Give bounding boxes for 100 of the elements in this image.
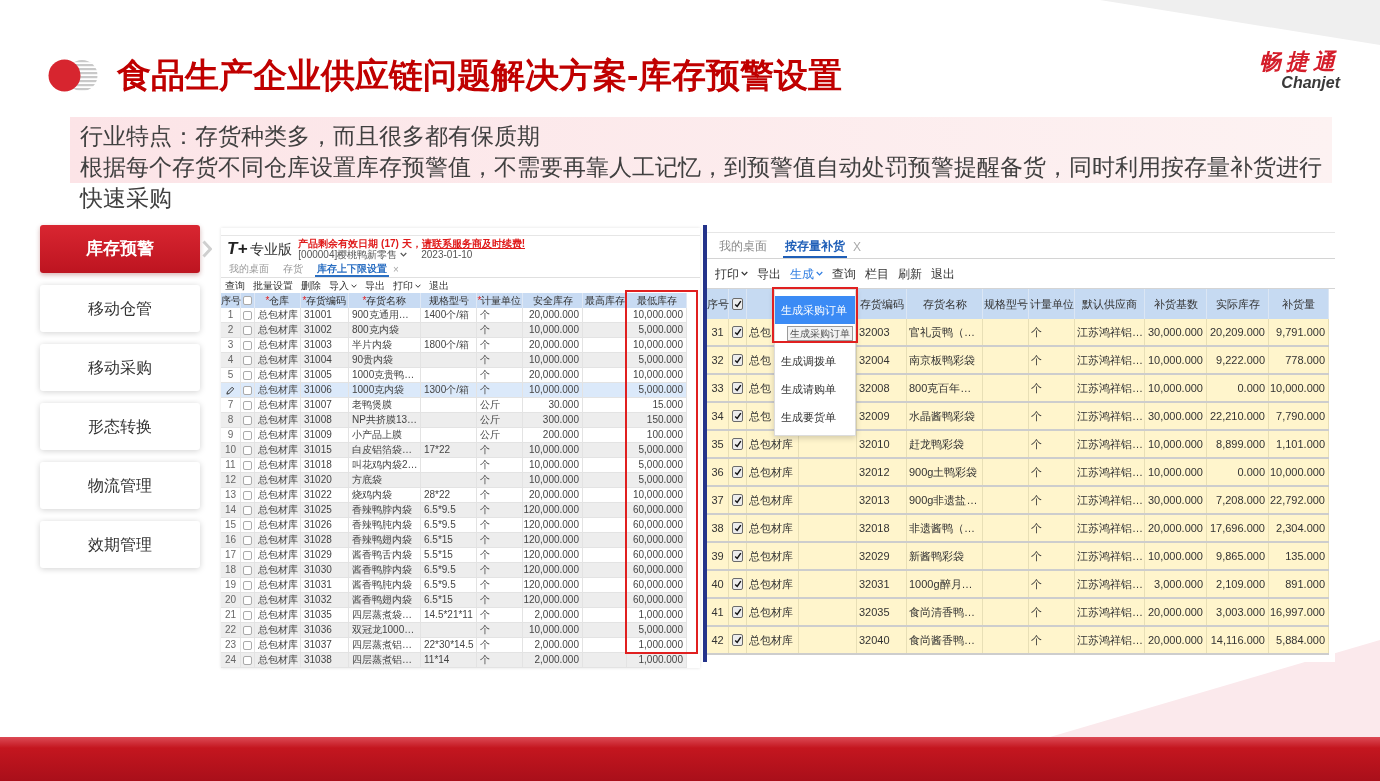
table-row[interactable]: 总包材库 31006 1000克内袋 1300个/箱 个 10,000.000 5,000.000: [221, 383, 687, 398]
toolbar-button[interactable]: 查询: [832, 264, 856, 283]
checkbox[interactable]: [732, 298, 743, 310]
table-row[interactable]: 8 总包材库 31008 NP共挤膜13… 公斤 300.000 150.000: [221, 413, 687, 428]
checkbox[interactable]: [732, 354, 743, 366]
checkbox[interactable]: [243, 400, 252, 410]
table-row[interactable]: 4 总包材库 31004 90贵内袋 个 10,000.000 5,000.000: [221, 353, 687, 368]
toolbar-button[interactable]: 退出: [429, 279, 449, 292]
table-cell: 总包材库: [258, 519, 298, 531]
checkbox[interactable]: [732, 550, 743, 562]
toolbar-button[interactable]: 导入: [329, 279, 357, 292]
table-row[interactable]: 5 总包材库 31005 1000克贵鸭… 个 20,000.000 10,000.000: [221, 368, 687, 383]
toolbar-button[interactable]: 打印: [393, 279, 421, 292]
checkbox[interactable]: [243, 340, 252, 350]
checkbox[interactable]: [732, 326, 743, 338]
toolbar-button[interactable]: 批量设置: [253, 279, 293, 292]
toolbar-button[interactable]: 导出: [757, 264, 781, 283]
table-row[interactable]: 1 总包材库 31001 900克通用… 1400个/箱 个 20,000.000 10,000.000: [221, 308, 687, 323]
checkbox[interactable]: [243, 550, 252, 560]
checkbox[interactable]: [243, 595, 252, 605]
side-menu-item[interactable]: 库存预警: [40, 225, 200, 273]
table-row[interactable]: 21 总包材库 31035 四层蒸煮袋… 14.5*21*11 个 2,000.000 1,000.000: [221, 608, 687, 623]
checkbox[interactable]: [243, 355, 252, 365]
checkbox[interactable]: [243, 655, 252, 665]
toolbar-button[interactable]: 生成: [790, 264, 823, 283]
side-menu-item[interactable]: 形态转换: [40, 403, 200, 450]
checkbox[interactable]: [243, 505, 252, 515]
table-cell-text: 江苏鸿祥铝…: [1077, 408, 1143, 424]
checkbox[interactable]: [243, 580, 252, 590]
checkbox[interactable]: [243, 415, 252, 425]
table-row[interactable]: 22 总包材库 31036 双冠龙1000… 个 10,000.000 5,000.000: [221, 623, 687, 638]
toolbar-button[interactable]: 查询: [225, 279, 245, 292]
checkbox[interactable]: [732, 410, 743, 422]
table-row[interactable]: 10 总包材库 31015 白皮铝箔袋… 17*22 个 10,000.000 5,000.000: [221, 443, 687, 458]
table-row[interactable]: 7 总包材库 31007 老鸭煲膜 公斤 30.000 15.000: [221, 398, 687, 413]
tab[interactable]: 我的桌面: [717, 236, 769, 258]
table-row[interactable]: 16 总包材库 31028 香辣鸭翅内袋 6.5*15 个 120,000.000 60,000.000: [221, 533, 687, 548]
checkbox[interactable]: [243, 460, 252, 470]
checkbox[interactable]: [732, 466, 743, 478]
account-dropdown[interactable]: [000004]樱桃鸭新零售: [298, 249, 408, 260]
checkbox[interactable]: [243, 535, 252, 545]
checkbox[interactable]: [732, 606, 743, 618]
table-row[interactable]: 35 总包材库 32010 赶龙鸭彩袋 个 江苏鸿祥铝… 10,000.000 8,899.000 1,101.000: [707, 431, 1329, 459]
checkbox[interactable]: [732, 634, 743, 646]
checkbox[interactable]: [243, 370, 252, 380]
toolbar-button[interactable]: 栏目: [865, 264, 889, 283]
checkbox[interactable]: [732, 494, 743, 506]
table-row[interactable]: 40 总包材库 32031 1000g醉月… 个 江苏鸿祥铝… 3,000.000 2,109.000 891.000: [707, 571, 1329, 599]
checkbox[interactable]: [243, 475, 252, 485]
table-row[interactable]: 17 总包材库 31029 酱香鸭舌内袋 5.5*15 个 120,000.000 60,000.000: [221, 548, 687, 563]
table-row[interactable]: 13 总包材库 31022 烧鸡内袋 28*22 个 20,000.000 10,000.000: [221, 488, 687, 503]
side-menu-item[interactable]: 移动仓管: [40, 285, 200, 332]
table-row[interactable]: 15 总包材库 31026 香辣鸭肫内袋 6.5*9.5 个 120,000.000 60,000.000: [221, 518, 687, 533]
checkbox[interactable]: [243, 310, 252, 320]
table-row[interactable]: 14 总包材库 31025 香辣鸭脖内袋 6.5*9.5 个 120,000.000 60,000.000: [221, 503, 687, 518]
table-row[interactable]: 12 总包材库 31020 方底袋 个 10,000.000 5,000.000: [221, 473, 687, 488]
toolbar-button[interactable]: 退出: [931, 264, 955, 283]
checkbox[interactable]: [243, 565, 252, 575]
checkbox[interactable]: [732, 382, 743, 394]
table-row[interactable]: 20 总包材库 31032 酱香鸭翅内袋 6.5*15 个 120,000.000 60,000.000: [221, 593, 687, 608]
table-row[interactable]: 41 总包材库 32035 食尚清香鸭… 个 江苏鸿祥铝… 20,000.000 3,003.000 16,997.000: [707, 599, 1329, 627]
checkbox[interactable]: [243, 610, 252, 620]
tab[interactable]: 按存量补货: [783, 236, 847, 258]
checkbox[interactable]: [732, 578, 743, 590]
checkbox[interactable]: [243, 520, 252, 530]
checkbox[interactable]: [243, 445, 252, 455]
toolbar-button[interactable]: 打印: [715, 264, 748, 283]
table-row[interactable]: 24 总包材库 31038 四层蒸煮铝… 11*14 个 2,000.000 1,000.000: [221, 653, 687, 668]
checkbox[interactable]: [243, 640, 252, 650]
toolbar-button[interactable]: 删除: [301, 279, 321, 292]
checkbox[interactable]: [732, 522, 743, 534]
checkbox[interactable]: [243, 490, 252, 500]
checkbox[interactable]: [243, 296, 252, 305]
menu-item[interactable]: 生成请购单: [775, 375, 855, 403]
table-row[interactable]: 38 总包材库 32018 非遗酱鸭（… 个 江苏鸿祥铝… 20,000.000 17,696.000 2,304.000: [707, 515, 1329, 543]
side-menu-item[interactable]: 移动采购: [40, 344, 200, 391]
table-row[interactable]: 36 总包材库 32012 900g土鸭彩袋 个 江苏鸿祥铝… 10,000.000 0.000 10,000.000: [707, 459, 1329, 487]
toolbar-button[interactable]: 刷新: [898, 264, 922, 283]
checkbox[interactable]: [243, 625, 252, 635]
tab[interactable]: 库存上下限设置: [315, 262, 389, 277]
menu-item[interactable]: 生成要货单: [775, 403, 855, 431]
renew-link[interactable]: 请联系服务商及时续费!: [421, 238, 525, 249]
table-row[interactable]: 18 总包材库 31030 酱香鸭脖内袋 6.5*9.5 个 120,000.000 60,000.000: [221, 563, 687, 578]
toolbar-button[interactable]: 导出: [365, 279, 385, 292]
side-menu-item[interactable]: 物流管理: [40, 462, 200, 509]
table-row[interactable]: 11 总包材库 31018 叫花鸡内袋2… 个 10,000.000 5,000.000: [221, 458, 687, 473]
checkbox[interactable]: [243, 385, 252, 395]
side-menu-item[interactable]: 效期管理: [40, 521, 200, 568]
table-row[interactable]: 23 总包材库 31037 四层蒸煮铝… 22*30*14.5 个 2,000.000 1,000.000: [221, 638, 687, 653]
table-row[interactable]: 39 总包材库 32029 新酱鸭彩袋 个 江苏鸿祥铝… 10,000.000 9,865.000 135.000: [707, 543, 1329, 571]
checkbox[interactable]: [732, 438, 743, 450]
checkbox[interactable]: [243, 430, 252, 440]
table-row[interactable]: 2 总包材库 31002 800克内袋 个 10,000.000 5,000.000: [221, 323, 687, 338]
table-row[interactable]: 9 总包材库 31009 小产品上膜 公斤 200.000 100.000: [221, 428, 687, 443]
table-row[interactable]: 19 总包材库 31031 酱香鸭肫内袋 6.5*9.5 个 120,000.000 60,000.000: [221, 578, 687, 593]
table-row[interactable]: 3 总包材库 31003 半片内袋 1800个/箱 个 20,000.000 10,000.000: [221, 338, 687, 353]
checkbox[interactable]: [243, 325, 252, 335]
menu-item[interactable]: 生成调拨单: [775, 347, 855, 375]
table-row[interactable]: 37 总包材库 32013 900g非遗盐… 个 江苏鸿祥铝… 30,000.000 7,208.000 22,792.000: [707, 487, 1329, 515]
table-row[interactable]: 42 总包材库 32040 食尚酱香鸭… 个 江苏鸿祥铝… 20,000.000 14,116.000 5,884.000: [707, 627, 1329, 655]
